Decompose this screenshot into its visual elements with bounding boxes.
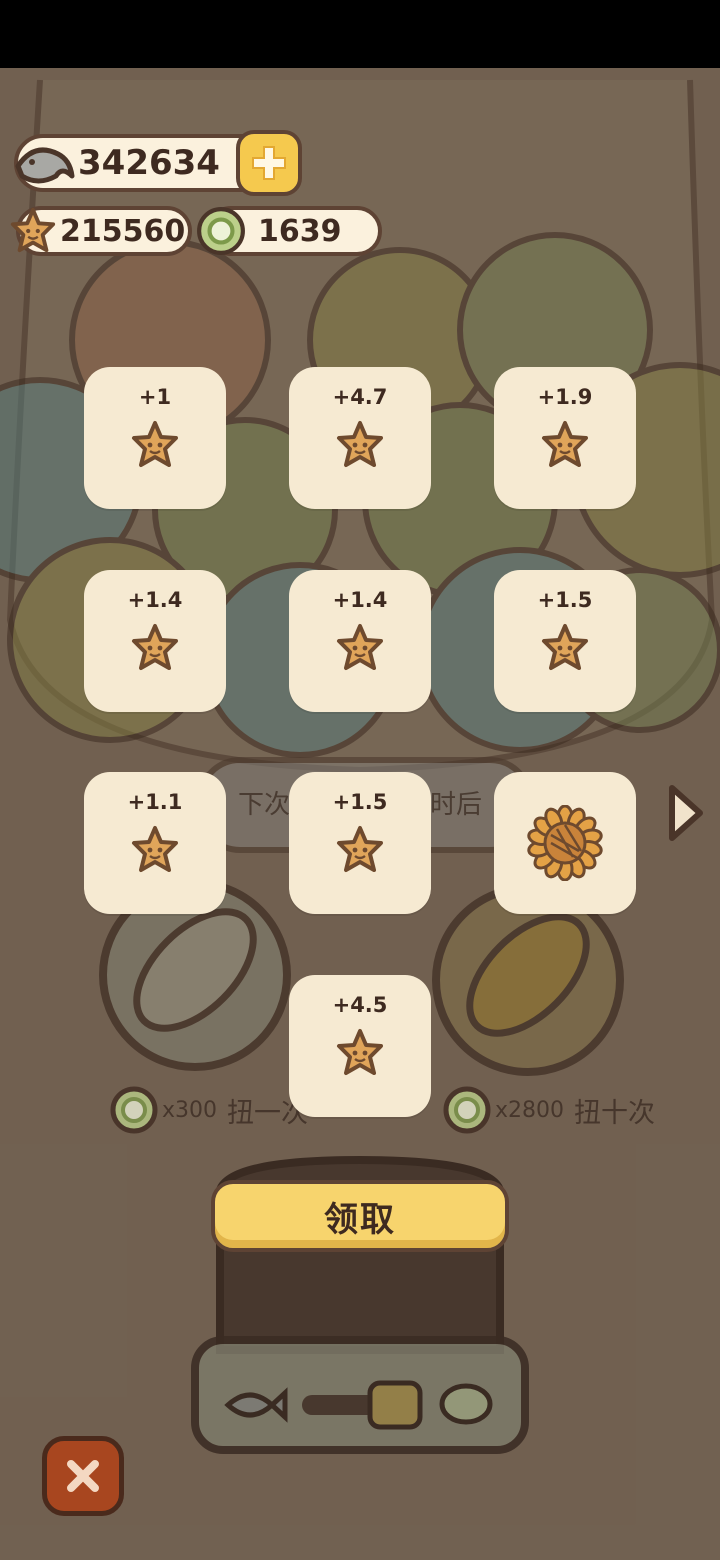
reward-card: +1.4 — [289, 570, 431, 712]
star-icon — [129, 622, 181, 678]
add-fish-button[interactable] — [236, 130, 302, 196]
star-icon — [539, 622, 591, 678]
star-icon — [539, 419, 591, 475]
reward-card: +1.9 — [494, 367, 636, 509]
reward-card: +1 — [84, 367, 226, 509]
coin-icon — [443, 1086, 491, 1134]
reward-amount: +1.4 — [127, 588, 183, 612]
star-icon — [334, 419, 386, 475]
spin-once-cost[interactable]: x300 扭一次 — [110, 1086, 308, 1134]
sunflower-icon — [527, 804, 603, 885]
star-icon — [334, 622, 386, 678]
next-page-arrow-icon[interactable] — [664, 782, 706, 844]
fish-count: 342634 — [78, 143, 220, 183]
reward-amount: +4.7 — [332, 385, 388, 409]
next-time-text-right: 时后 — [430, 790, 483, 820]
reward-card: +4.5 — [289, 975, 431, 1117]
close-button[interactable] — [42, 1436, 124, 1516]
reward-card: +1.5 — [494, 570, 636, 712]
reward-card — [494, 772, 636, 914]
coin-count: 1639 — [258, 213, 342, 249]
spin-ten-price: x2800 — [495, 1097, 565, 1123]
spin-once-price: x300 — [162, 1097, 218, 1123]
claim-button[interactable]: 领取 — [211, 1180, 509, 1252]
close-icon — [67, 1460, 99, 1492]
next-time-text-left: 下次 — [238, 790, 291, 820]
reward-card: +4.7 — [289, 367, 431, 509]
reward-amount: +1.4 — [332, 588, 388, 612]
reward-amount: +1.5 — [332, 790, 388, 814]
status-bar — [0, 0, 720, 68]
star-icon — [10, 207, 56, 253]
spin-ten-label: 扭十次 — [574, 1097, 656, 1129]
reward-amount: +4.5 — [332, 993, 388, 1017]
star-icon — [129, 419, 181, 475]
reward-card: +1.1 — [84, 772, 226, 914]
reward-amount: +1.1 — [127, 790, 183, 814]
fish-icon — [15, 147, 75, 184]
star-count: 215560 — [60, 213, 186, 249]
reward-amount: +1.9 — [537, 385, 593, 409]
reward-card: +1.5 — [289, 772, 431, 914]
star-icon — [334, 1027, 386, 1083]
reward-amount: +1.5 — [537, 588, 593, 612]
star-icon — [334, 824, 386, 880]
coin-icon — [197, 207, 245, 255]
plus-icon — [252, 146, 286, 180]
spin-ten-cost[interactable]: x2800 扭十次 — [443, 1086, 655, 1134]
coin-icon — [110, 1086, 158, 1134]
reward-amount: +1 — [138, 385, 172, 409]
star-icon — [129, 824, 181, 880]
reward-card: +1.4 — [84, 570, 226, 712]
